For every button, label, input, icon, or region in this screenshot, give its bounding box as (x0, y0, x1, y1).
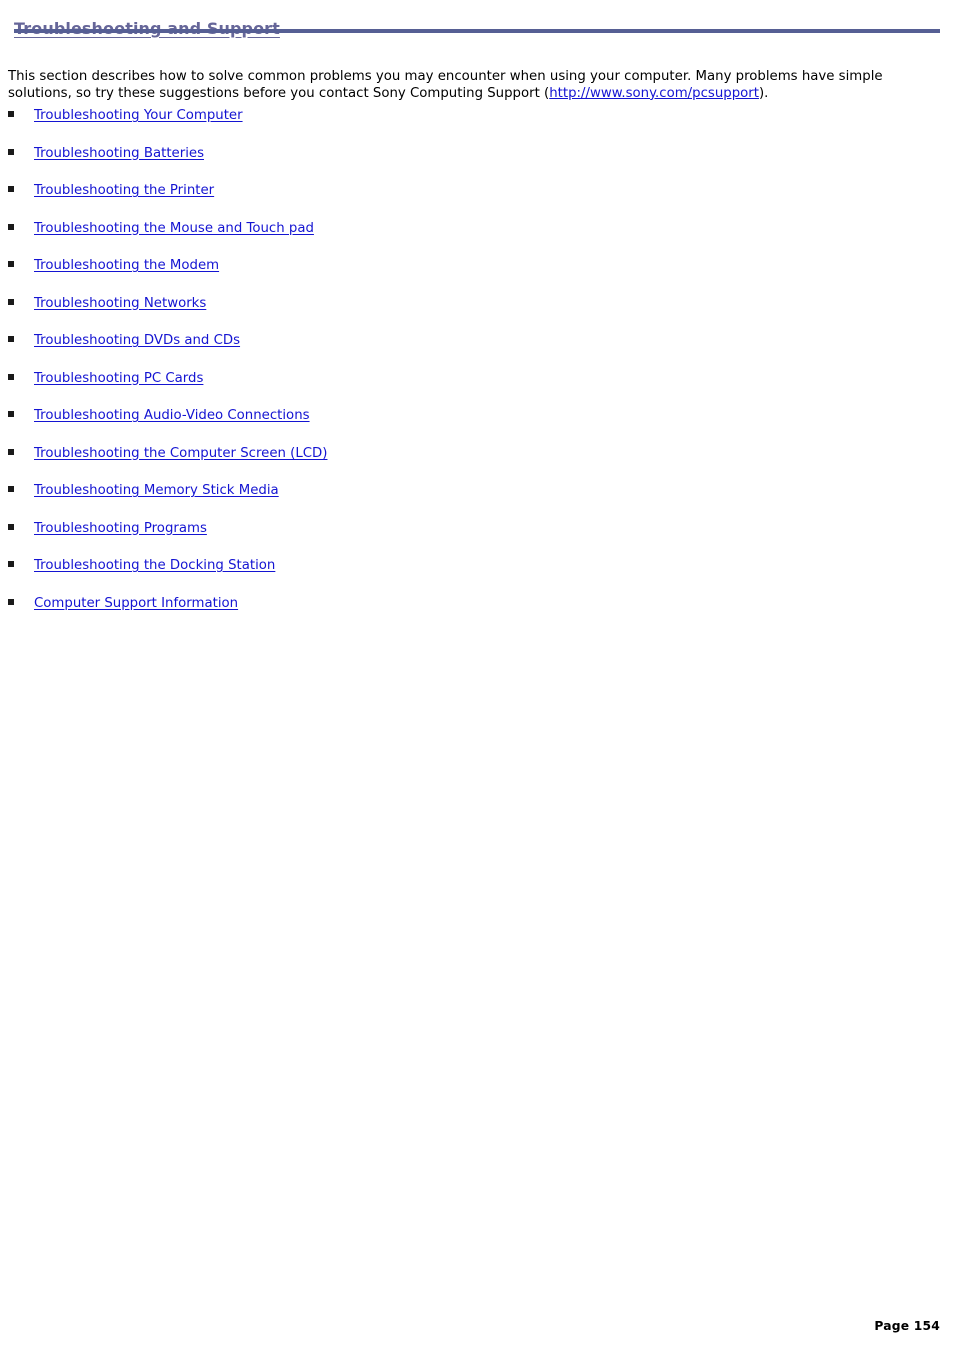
list-item: Troubleshooting Audio-Video Connections (0, 404, 954, 442)
intro-text-after-link: ). (758, 85, 769, 101)
toc-link-computer-support-information[interactable]: Computer Support Information (34, 596, 238, 612)
list-item: Troubleshooting DVDs and CDs (0, 329, 954, 367)
square-bullet-icon (8, 523, 14, 530)
list-item: Troubleshooting the Computer Screen (LCD… (0, 442, 954, 480)
toc-link-troubleshooting-networks[interactable]: Troubleshooting Networks (34, 296, 206, 312)
toc-link-troubleshooting-the-mouse-and-touch-pad[interactable]: Troubleshooting the Mouse and Touch pad (34, 221, 314, 237)
square-bullet-icon (8, 598, 14, 605)
list-item: Troubleshooting Networks (0, 292, 954, 330)
list-item: Troubleshooting the Printer (0, 179, 954, 217)
square-bullet-icon (8, 111, 14, 117)
square-bullet-icon (8, 148, 14, 155)
toc-link-troubleshooting-the-computer-screen-lcd[interactable]: Troubleshooting the Computer Screen (LCD… (34, 446, 327, 462)
list-item: Troubleshooting the Modem (0, 254, 954, 292)
toc-link-troubleshooting-memory-stick-media[interactable]: Troubleshooting Memory Stick Media (34, 483, 279, 499)
square-bullet-icon (8, 298, 14, 305)
sony-support-url-link[interactable]: http://www.sony.com/pcsupport (549, 86, 759, 101)
toc-link-troubleshooting-audio-video-connections[interactable]: Troubleshooting Audio-Video Connections (34, 408, 310, 424)
toc-link-troubleshooting-the-docking-station[interactable]: Troubleshooting the Docking Station (34, 558, 275, 574)
list-item: Troubleshooting Your Computer (0, 104, 954, 142)
square-bullet-icon (8, 186, 14, 192)
square-bullet-icon (8, 373, 14, 380)
list-item: Troubleshooting Memory Stick Media (0, 479, 954, 517)
list-item: Troubleshooting Batteries (0, 142, 954, 180)
toc-link-troubleshooting-pc-cards[interactable]: Troubleshooting PC Cards (34, 371, 203, 387)
toc-link-troubleshooting-your-computer[interactable]: Troubleshooting Your Computer (34, 108, 243, 124)
list-item: Computer Support Information (0, 592, 954, 630)
square-bullet-icon (8, 448, 14, 455)
list-item: Troubleshooting Programs (0, 517, 954, 555)
troubleshooting-topic-list: Troubleshooting Your Computer Troublesho… (0, 104, 954, 629)
toc-link-troubleshooting-batteries[interactable]: Troubleshooting Batteries (34, 146, 204, 162)
toc-link-troubleshooting-the-modem[interactable]: Troubleshooting the Modem (34, 258, 219, 274)
list-item: Troubleshooting PC Cards (0, 367, 954, 405)
intro-paragraph: This section describes how to solve comm… (8, 69, 940, 102)
toc-link-troubleshooting-dvds-and-cds[interactable]: Troubleshooting DVDs and CDs (34, 333, 240, 349)
toc-link-troubleshooting-the-printer[interactable]: Troubleshooting the Printer (34, 183, 214, 199)
square-bullet-icon (8, 336, 14, 342)
square-bullet-icon (8, 411, 14, 417)
square-bullet-icon (8, 561, 14, 567)
square-bullet-icon (8, 261, 14, 267)
list-item: Troubleshooting the Mouse and Touch pad (0, 217, 954, 255)
heading-divider (14, 29, 940, 33)
square-bullet-icon (8, 486, 14, 492)
document-page: Troubleshooting and Support This section… (0, 0, 954, 1351)
toc-link-troubleshooting-programs[interactable]: Troubleshooting Programs (34, 521, 207, 537)
square-bullet-icon (8, 223, 14, 230)
list-item: Troubleshooting the Docking Station (0, 554, 954, 592)
page-number-footer: Page 154 (874, 1319, 940, 1333)
